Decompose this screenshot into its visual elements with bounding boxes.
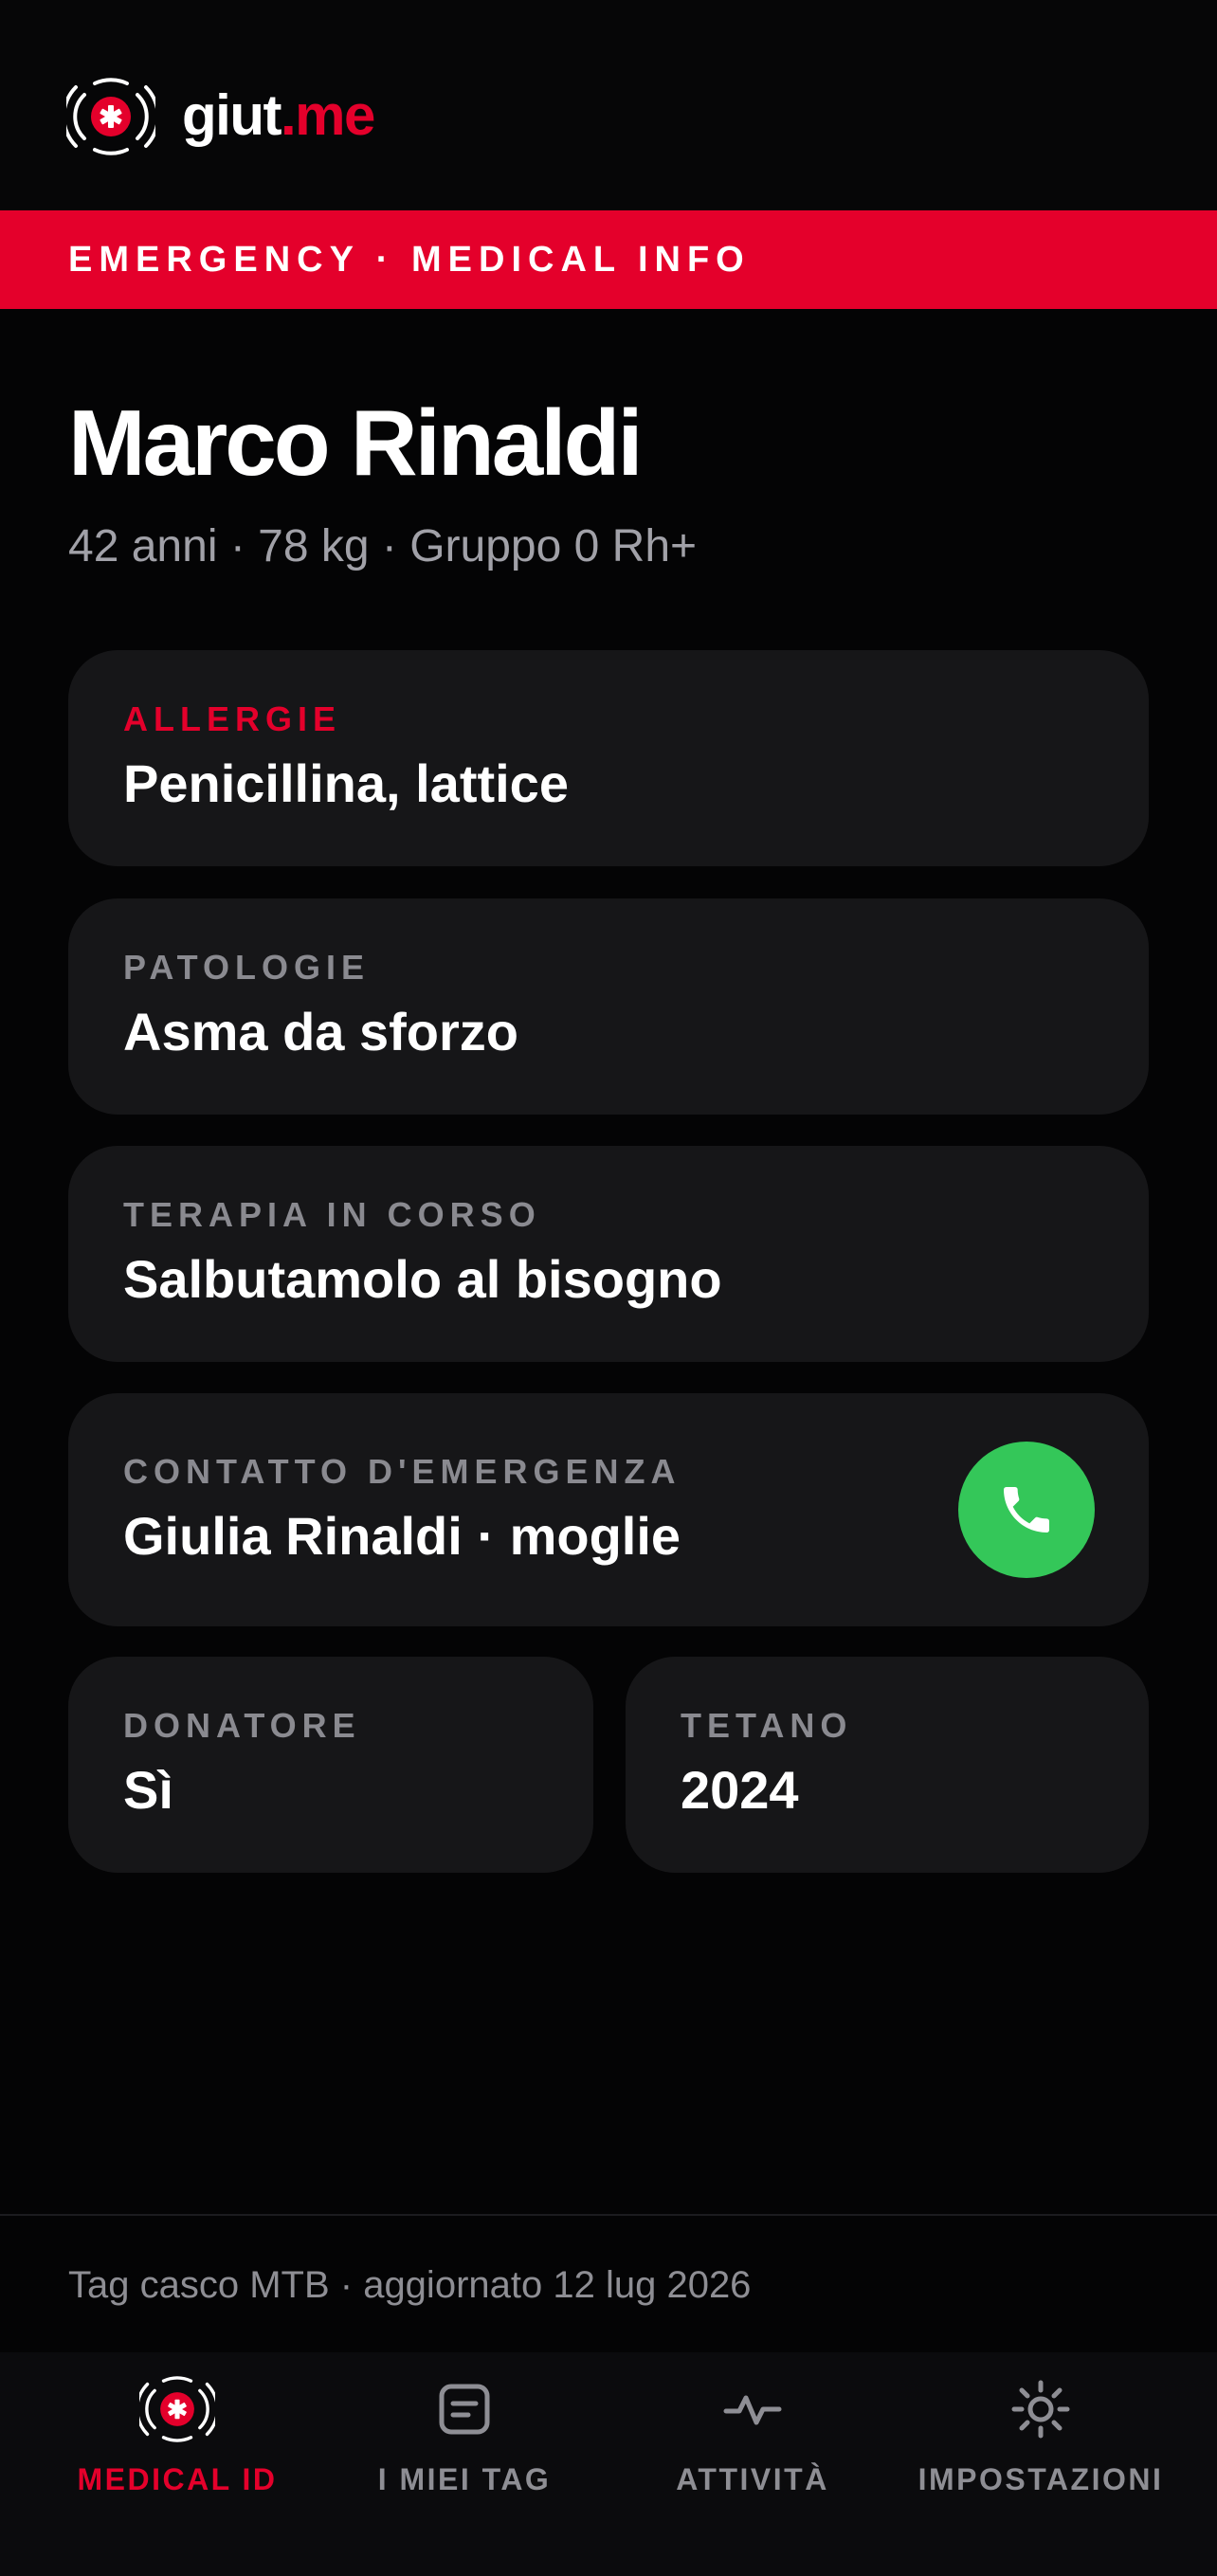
nav-label-medical-id: MEDICAL ID [77, 2462, 278, 2496]
tetanus-card: TETANO 2024 [626, 1657, 1149, 1873]
patient-name: Marco Rinaldi [68, 390, 644, 495]
allergies-value: Penicillina, lattice [123, 753, 569, 813]
tetanus-label: TETANO [681, 1706, 853, 1745]
allergies-label: ALLERGIE [123, 699, 342, 738]
nav-settings[interactable]: IMPOSTAZIONI [899, 2352, 1183, 2576]
nav-label-settings: IMPOSTAZIONI [917, 2462, 1164, 2496]
settings-icon [1011, 2380, 1070, 2439]
nav-activity[interactable]: ATTIVITÀ [607, 2352, 899, 2576]
donor-card: DONATORE Sì [68, 1657, 593, 1873]
call-contact-button[interactable] [958, 1442, 1095, 1578]
therapy-label: TERAPIA IN CORSO [123, 1195, 541, 1234]
app-header: giut.me [0, 0, 1217, 210]
conditions-value: Asma da sforzo [123, 1002, 518, 1061]
tag-update-note: Tag casco MTB · aggiornato 12 lug 2026 [68, 2264, 752, 2306]
phone-icon [1004, 1487, 1049, 1533]
brand-suffix: .me [280, 83, 375, 147]
emergency-contact-value: Giulia Rinaldi · moglie [123, 1506, 681, 1566]
therapy-card: TERAPIA IN CORSO Salbutamolo al bisogno [68, 1146, 1149, 1362]
emergency-banner: EMERGENCY · MEDICAL INFO [0, 210, 1217, 309]
tag-icon [439, 2384, 490, 2435]
therapy-value: Salbutamolo al bisogno [123, 1249, 722, 1309]
conditions-label: PATOLOGIE [123, 948, 371, 987]
nav-medical-id[interactable]: MEDICAL ID [32, 2352, 322, 2576]
patient-details: 42 anni · 78 kg · Gruppo 0 Rh+ [68, 521, 698, 571]
medical-id-icon [139, 2376, 215, 2442]
footer-divider [0, 2214, 1217, 2216]
tetanus-value: 2024 [681, 1760, 799, 1820]
emergency-contact-card: CONTATTO D'EMERGENZA Giulia Rinaldi · mo… [68, 1393, 1149, 1626]
logo-icon [66, 78, 155, 155]
donor-label: DONATORE [123, 1706, 361, 1745]
banner-text: EMERGENCY · MEDICAL INFO [68, 240, 751, 280]
donor-value: Sì [123, 1760, 173, 1820]
activity-icon [723, 2395, 782, 2425]
brand-main: giut [182, 83, 282, 147]
conditions-card: PATOLOGIE Asma da sforzo [68, 898, 1149, 1115]
emergency-contact-label: CONTATTO D'EMERGENZA [123, 1452, 681, 1491]
nav-my-tags[interactable]: I MIEI TAG [322, 2352, 607, 2576]
brand-wordmark: giut.me [182, 82, 375, 150]
nav-label-my-tags: I MIEI TAG [377, 2462, 552, 2496]
bottom-nav: MEDICAL ID I MIEI TAG ATTIVITÀ IMPOSTAZI… [0, 2352, 1217, 2576]
nav-label-activity: ATTIVITÀ [676, 2462, 829, 2496]
medical-id-screen: giut.me EMERGENCY · MEDICAL INFO Marco R… [0, 0, 1217, 2576]
allergies-card: ALLERGIE Penicillina, lattice [68, 650, 1149, 866]
